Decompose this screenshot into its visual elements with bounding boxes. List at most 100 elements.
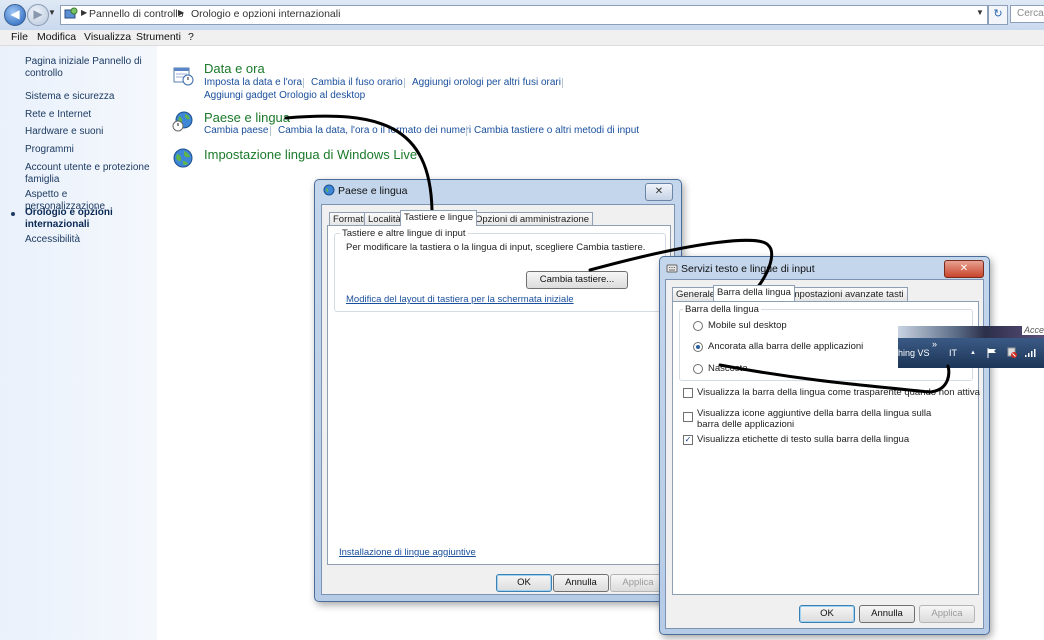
forward-button[interactable]: ▶ xyxy=(27,4,49,26)
region-language-dialog: Paese e lingua ✕ Formati Località Tastie… xyxy=(314,179,682,602)
sidebar-item-clock-region: Orologio e opzioni internazionali xyxy=(25,207,113,230)
close-icon: ✕ xyxy=(654,186,664,197)
link-change-time-zone[interactable]: Cambia il fuso orario xyxy=(311,77,403,88)
cancel-button[interactable]: Annulla xyxy=(859,605,915,623)
checkbox-additional-icons[interactable] xyxy=(683,412,693,422)
apply-button[interactable]: Applica xyxy=(919,605,975,623)
tab-advanced-key-settings[interactable]: Impostazioni avanzate tasti xyxy=(785,287,908,301)
dialog-client-area: Formati Località Tastiere e lingue Opzio… xyxy=(321,204,675,595)
dialog-title: Servizi testo e lingue di input xyxy=(681,263,815,275)
radio-floating[interactable] xyxy=(693,321,703,331)
history-dropdown-icon[interactable]: ▼ xyxy=(48,8,56,17)
breadcrumb-chevron-icon: ▶ xyxy=(81,8,88,17)
tab-location[interactable]: Località xyxy=(364,212,405,226)
refresh-button[interactable]: ↻ xyxy=(988,5,1008,25)
sidebar-item-accounts[interactable]: Account utente e protezione famiglia xyxy=(25,162,150,185)
ok-button[interactable]: OK xyxy=(799,605,855,623)
tab-administrative[interactable]: Opzioni di amministrazione xyxy=(471,212,594,226)
checkbox-transparent[interactable] xyxy=(683,388,693,398)
sidebar-item-programs[interactable]: Programmi xyxy=(25,144,150,156)
windows-live-globe-icon xyxy=(172,147,194,169)
keyboards-group-title: Tastiere e altre lingue di input xyxy=(340,228,468,239)
link-separator xyxy=(562,78,563,88)
link-separator xyxy=(303,78,304,88)
sidebar-item-system-security[interactable]: Sistema e sicurezza xyxy=(25,91,150,103)
apply-button[interactable]: Applica xyxy=(610,574,666,592)
menu-file[interactable]: File xyxy=(11,31,28,43)
change-keyboards-button[interactable]: Cambia tastiere... xyxy=(526,271,628,289)
show-hidden-icons-icon[interactable]: ▲ xyxy=(970,350,976,356)
link-separator xyxy=(466,126,467,136)
cancel-button[interactable]: Annulla xyxy=(553,574,609,592)
category-windows-live-language-title[interactable]: Impostazione lingua di Windows Live xyxy=(204,147,417,162)
language-bar-chevron-icon[interactable]: » xyxy=(932,339,937,349)
back-arrow-icon: ◀ xyxy=(10,7,20,21)
close-button[interactable]: ✕ xyxy=(645,183,673,201)
ok-button[interactable]: OK xyxy=(496,574,552,592)
menu-tools[interactable]: Strumenti xyxy=(136,31,181,43)
control-panel-icon xyxy=(64,7,78,24)
keyboard-icon xyxy=(666,262,678,277)
check-mark-icon: ✓ xyxy=(684,435,692,444)
breadcrumb-chevron-icon: ▶ xyxy=(178,8,185,17)
sidebar-item-accessibility[interactable]: Accessibilità xyxy=(25,234,150,246)
install-languages-link[interactable]: Installazione di lingue aggiuntive xyxy=(339,547,476,558)
tab-language-bar[interactable]: Barra della lingua xyxy=(713,285,795,301)
radio-hidden[interactable] xyxy=(693,364,703,374)
category-date-time-title[interactable]: Data e ora xyxy=(204,61,265,76)
checkbox-text-labels[interactable]: ✓ xyxy=(683,435,693,445)
checkbox-additional-icons-label: Visualizza icone aggiuntive della barra … xyxy=(697,408,932,430)
language-bar-group-title: Barra della lingua xyxy=(683,304,761,315)
forward-arrow-icon: ▶ xyxy=(33,7,43,21)
link-add-clock-gadget[interactable]: Aggiungi gadget Orologio al desktop xyxy=(204,90,365,101)
taskbar-snippet: Acce hing VS » IT ▲ xyxy=(898,325,1044,368)
menu-edit[interactable]: Modifica xyxy=(37,31,76,43)
keyboards-description: Per modificare la tastiera o la lingua d… xyxy=(346,242,646,253)
back-button[interactable]: ◀ xyxy=(4,4,26,26)
radio-docked-label: Ancorata alla barra delle applicazioni xyxy=(708,341,864,352)
menu-bar: File Modifica Visualizza Strumenti ? xyxy=(0,30,1044,46)
tab-panel: Tastiere e altre lingue di input Per mod… xyxy=(327,225,671,565)
signal-icon[interactable] xyxy=(1024,348,1036,361)
category-region-language-title[interactable]: Paese e lingua xyxy=(204,110,290,125)
text-services-dialog: Servizi testo e lingue di input ✕ Genera… xyxy=(659,256,990,635)
radio-docked[interactable] xyxy=(693,342,703,352)
breadcrumb-control-panel[interactable]: Pannello di controllo xyxy=(89,8,184,20)
flag-icon[interactable] xyxy=(986,347,998,362)
taskbar-app-label[interactable]: hing VS xyxy=(898,348,930,358)
network-warning-icon[interactable] xyxy=(1006,346,1018,362)
sidebar-item-hardware[interactable]: Hardware e suoni xyxy=(25,126,150,138)
link-change-location[interactable]: Cambia paese xyxy=(204,125,268,136)
checkbox-transparent-label: Visualizza la barra della lingua come tr… xyxy=(697,387,980,398)
sidebar-item-home[interactable]: Pagina iniziale Pannello di controllo xyxy=(25,56,150,79)
calendar-clock-icon xyxy=(172,64,194,86)
close-icon: ✕ xyxy=(959,263,969,274)
radio-hidden-label: Nascosta xyxy=(708,363,748,374)
sidebar-item-network[interactable]: Rete e Internet xyxy=(25,109,150,121)
breadcrumb-clock-region[interactable]: Orologio e opzioni internazionali xyxy=(191,8,340,20)
close-button[interactable]: ✕ xyxy=(944,260,984,278)
refresh-icon: ↻ xyxy=(993,8,1003,20)
tab-keyboards-languages[interactable]: Tastiere e lingue xyxy=(400,210,478,226)
checkbox-text-labels-label: Visualizza etichette di testo sulla barr… xyxy=(697,434,910,445)
address-bar: ◀ ▶ ▼ ▶ Pannello di controllo ▶ Orologio… xyxy=(0,0,1044,31)
language-indicator[interactable]: IT xyxy=(949,348,957,358)
link-separator xyxy=(270,126,271,136)
link-add-clocks[interactable]: Aggiungi orologi per altri fusi orari xyxy=(412,77,561,88)
globe-clock-icon xyxy=(172,110,194,132)
link-change-formats[interactable]: Cambia la data, l'ora o il formato dei n… xyxy=(278,125,471,136)
welcome-screen-layout-link[interactable]: Modifica del layout di tastiera per la s… xyxy=(346,294,574,305)
desktop-text: Acce xyxy=(1022,325,1044,335)
menu-help[interactable]: ? xyxy=(188,31,194,43)
link-set-date-time[interactable]: Imposta la data e l'ora xyxy=(204,77,302,88)
link-separator xyxy=(404,78,405,88)
radio-floating-label: Mobile sul desktop xyxy=(708,320,787,331)
link-change-keyboards[interactable]: Cambia tastiere o altri metodi di input xyxy=(474,125,639,136)
menu-view[interactable]: Visualizza xyxy=(84,31,131,43)
address-dropdown-icon[interactable]: ▼ xyxy=(976,8,984,17)
current-item-bullet-icon xyxy=(11,212,15,216)
search-input[interactable]: Cerca xyxy=(1010,5,1044,23)
globe-icon xyxy=(323,184,335,199)
dialog-title: Paese e lingua xyxy=(338,185,408,197)
address-field[interactable]: ▶ Pannello di controllo ▶ Orologio e opz… xyxy=(60,5,988,25)
